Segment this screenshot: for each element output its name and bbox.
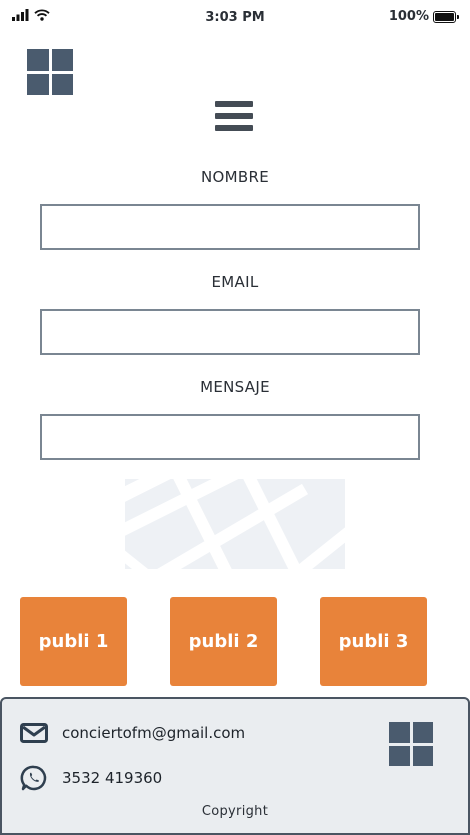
name-input[interactable] [40, 204, 420, 250]
battery-icon [433, 10, 459, 23]
whatsapp-icon [20, 765, 47, 791]
copyright-text: Copyright [201, 804, 269, 819]
footer-email[interactable]: conciertofm@gmail.com [62, 724, 245, 742]
email-label: EMAIL [211, 273, 259, 291]
menu-line [215, 113, 253, 119]
logo-tile [51, 49, 73, 71]
footer: conciertofm@gmail.com 3532 419360 Copyri… [0, 697, 470, 835]
logo-tile [412, 745, 433, 766]
menu-line [215, 125, 253, 131]
message-label: MENSAJE [200, 378, 270, 396]
logo-tile [27, 73, 49, 95]
publi-3-button[interactable]: publi 3 [320, 597, 427, 686]
publi-2-button[interactable]: publi 2 [170, 597, 277, 686]
menu-line [215, 101, 253, 107]
status-right: 100% [388, 9, 459, 24]
email-input[interactable] [40, 309, 420, 355]
footer-phone-row[interactable]: 3532 419360 [20, 764, 162, 792]
name-label: NOMBRE [201, 168, 269, 186]
publi-1-button[interactable]: publi 1 [20, 597, 127, 686]
footer-phone[interactable]: 3532 419360 [62, 769, 162, 787]
logo-tile [51, 73, 73, 95]
envelope-icon [20, 723, 48, 743]
map-placeholder-icon [125, 479, 345, 569]
logo-tile [389, 745, 410, 766]
map-graphic [125, 479, 345, 569]
logo-tile [412, 722, 433, 743]
message-input[interactable] [40, 414, 420, 460]
footer-email-row[interactable]: conciertofm@gmail.com [20, 723, 245, 743]
battery-fill [435, 12, 454, 21]
status-bar: 3:03 PM 100% [0, 0, 470, 34]
battery-percentage: 100% [388, 9, 429, 24]
logo-grid-icon [389, 722, 433, 766]
logo-tile [389, 722, 410, 743]
logo-grid-icon[interactable] [27, 49, 73, 95]
hamburger-menu-icon[interactable] [215, 101, 253, 133]
logo-tile [27, 49, 49, 71]
